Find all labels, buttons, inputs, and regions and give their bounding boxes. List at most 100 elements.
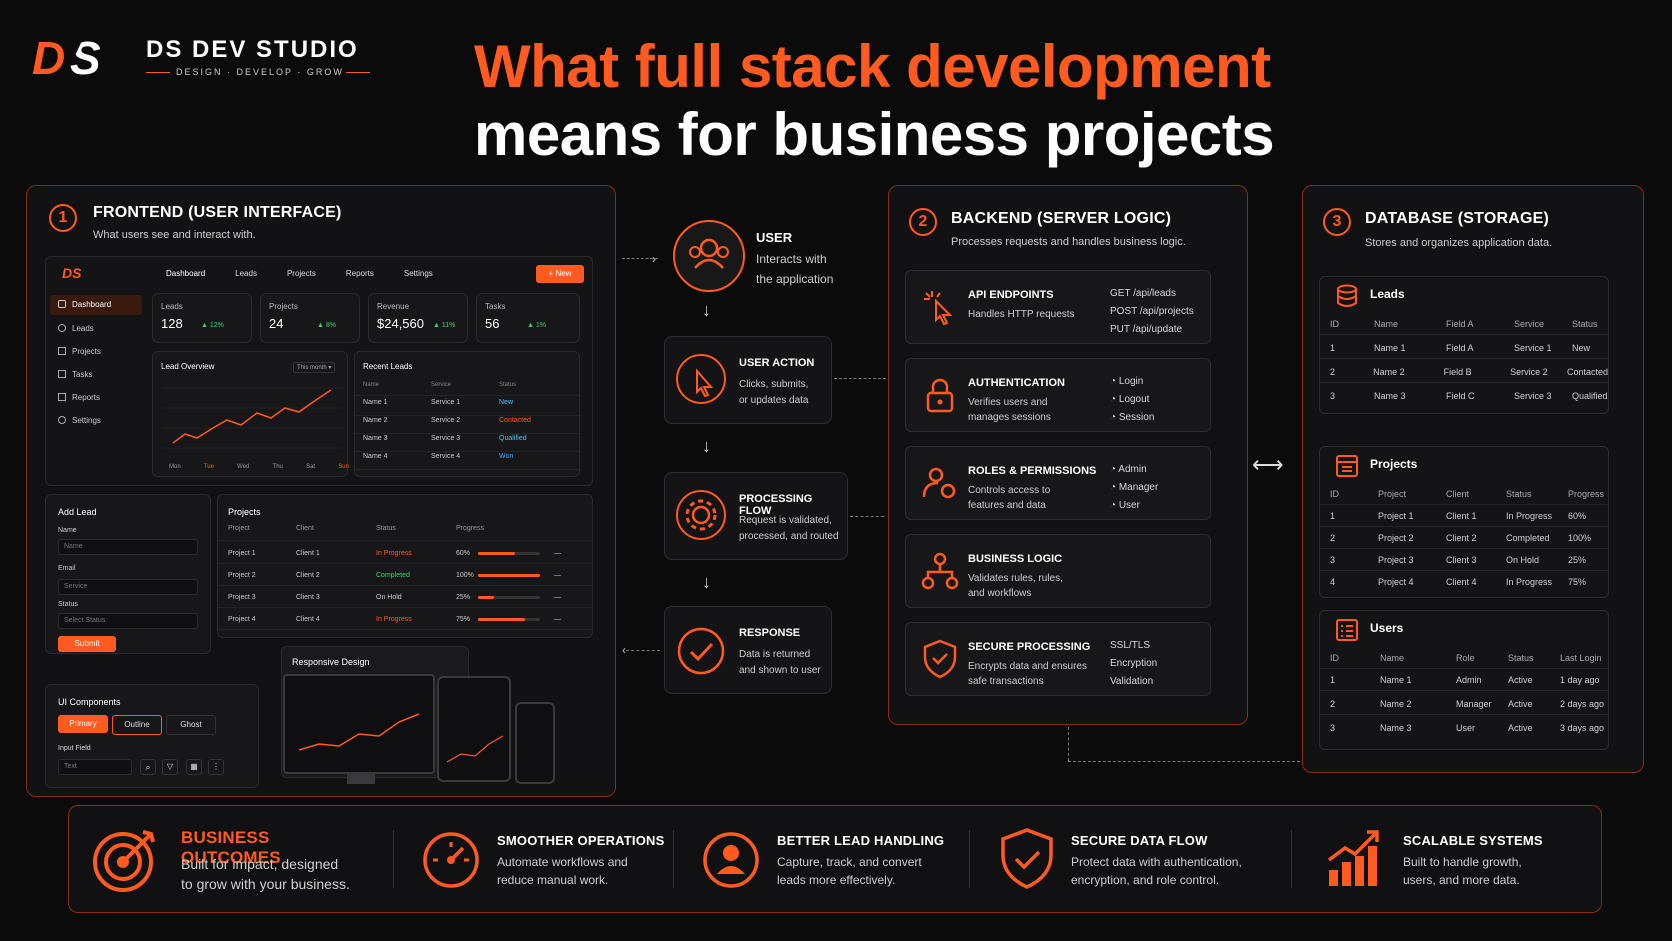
reports-icon <box>58 393 66 401</box>
item-title: SECURE PROCESSING <box>968 641 1091 653</box>
table-row[interactable]: 2 Name 2 Manager Active 2 days ago <box>1320 693 1608 715</box>
table-row[interactable]: 3 Name 3 User Active 3 days ago <box>1320 717 1608 739</box>
speedometer-icon <box>423 832 479 888</box>
nav-reports[interactable]: Reports <box>346 269 374 278</box>
projects-table: Projects ID Project Client Status Progress 1… <box>1319 446 1609 598</box>
name-field[interactable]: Name <box>58 539 198 555</box>
progress-bar <box>478 552 540 555</box>
business-logic-card: BUSINESS LOGIC Validates rules, rules, an… <box>905 534 1211 608</box>
more-icon[interactable]: ⋮ <box>208 759 224 775</box>
chart-x-axis: Mon Tue Wed Thu Sat Sun <box>169 464 349 470</box>
item-desc: Controls access to features and data <box>968 485 1051 511</box>
components-title: UI Components <box>58 697 121 707</box>
stat-delta: ▲ 11% <box>433 322 456 329</box>
table-row[interactable]: Project 4 Client 4 In Progress 75% — <box>218 609 592 630</box>
table-row[interactable]: Name 1 Service 1 New <box>355 399 579 416</box>
progress-bar <box>478 618 540 621</box>
action-title: USER ACTION <box>739 357 815 369</box>
service-field[interactable]: Service <box>58 579 198 595</box>
new-button[interactable]: + New <box>536 265 584 283</box>
outcome-desc: Protect data with authentication, encrypt… <box>1071 855 1242 887</box>
x-tick: Sun <box>338 464 349 470</box>
x-tick: Mon <box>169 464 181 470</box>
calendar-icon[interactable]: ▦ <box>186 759 202 775</box>
stat-label: Leads <box>161 302 183 311</box>
table-row[interactable]: Name 4 Service 4 Won <box>355 453 579 470</box>
frontend-subtitle: What users see and interact with. <box>93 229 256 241</box>
click-icon <box>676 354 726 404</box>
lead-line-chart <box>163 387 343 449</box>
nav-settings[interactable]: Settings <box>404 269 433 278</box>
nav-leads[interactable]: Leads <box>235 269 257 278</box>
table-row[interactable]: 1 Project 1 Client 1 In Progress 60% <box>1320 505 1608 527</box>
user-desc: the application <box>756 272 834 286</box>
ghost-button[interactable]: Ghost <box>166 715 216 735</box>
stat-value: 56 <box>485 316 500 331</box>
recent-title: Recent Leads <box>363 362 413 371</box>
table-row[interactable]: 1 Name 1 Field A Service 1 New <box>1320 337 1608 359</box>
sidebar-item-tasks[interactable]: Tasks <box>50 365 92 385</box>
tablet-device <box>437 676 511 782</box>
processing-flow-card: PROCESSING FLOW Request is validated, pr… <box>664 472 848 560</box>
table-row[interactable]: Project 1 Client 1 In Progress 60% — <box>218 543 592 564</box>
table-row[interactable]: Name 2 Service 2 Contacted <box>355 417 579 434</box>
database-subtitle: Stores and organizes application data. <box>1365 237 1553 249</box>
search-icon[interactable]: ⌕ <box>140 759 156 775</box>
person-icon <box>703 832 759 888</box>
stat-delta: ▲ 1% <box>527 322 546 329</box>
projects-title: Projects <box>228 507 261 517</box>
divider <box>393 830 394 888</box>
authentication-card: AUTHENTICATION Verifies users and manages… <box>905 358 1211 432</box>
sidebar-item-leads[interactable]: Leads <box>50 319 94 339</box>
divider <box>969 830 970 888</box>
page-title-line1: What full stack development <box>474 33 1271 100</box>
table-row[interactable]: 4 Project 4 Client 4 In Progress 75% <box>1320 571 1608 593</box>
response-card: RESPONSE Data is returned and shown to u… <box>664 606 832 694</box>
backend-title: BACKEND (SERVER LOGIC) <box>951 210 1172 227</box>
stat-label: Revenue <box>377 302 410 311</box>
user-desc: Interacts with <box>756 252 827 266</box>
nav-dashboard[interactable]: Dashboard <box>166 269 205 278</box>
nav-projects[interactable]: Projects <box>287 269 316 278</box>
item-desc: Handles HTTP requests <box>968 309 1075 320</box>
primary-button[interactable]: Primary <box>58 715 108 733</box>
divider <box>673 830 674 888</box>
table-row[interactable]: 2 Name 2 Field B Service 2 Contacted <box>1320 361 1608 383</box>
response-desc: Data is returned <box>739 649 811 660</box>
leads-table: Leads ID Name Field A Service Status 1 Name 1… <box>1319 276 1609 414</box>
table-row[interactable]: 1 Name 1 Admin Active 1 day ago <box>1320 669 1608 691</box>
mock-nav: Dashboard Leads Projects Reports Setting… <box>166 269 433 278</box>
submit-button[interactable]: Submit <box>58 636 116 652</box>
stat-tasks: Tasks 56 ▲ 1% <box>476 293 580 343</box>
range-select[interactable]: This month ▾ <box>293 362 336 373</box>
table-row[interactable]: 3 Project 3 Client 3 On Hold 25% <box>1320 549 1608 571</box>
step-number: 2 <box>909 208 937 236</box>
divider <box>1291 830 1292 888</box>
lock-icon <box>926 378 954 413</box>
frontend-title: FRONTEND (USER INTERFACE) <box>93 204 342 221</box>
table-row[interactable]: Project 2 Client 2 Completed 100% — <box>218 565 592 586</box>
filter-icon[interactable]: ▽ <box>162 759 178 775</box>
item-title: ROLES & PERMISSIONS <box>968 465 1097 477</box>
stat-label: Projects <box>269 302 298 311</box>
gear-icon <box>676 490 726 540</box>
backend-subtitle: Processes requests and handles business … <box>951 236 1186 248</box>
table-row[interactable]: Name 3 Service 3 Qualified <box>355 435 579 452</box>
step-number: 3 <box>1323 208 1351 236</box>
table-title: Leads <box>1370 287 1405 301</box>
table-row[interactable]: 3 Name 3 Field C Service 3 Qualified <box>1320 385 1608 407</box>
database-panel: 3 DATABASE (STORAGE) Stores and organize… <box>1302 185 1644 773</box>
monitor-stand <box>347 774 375 784</box>
outcome-title: SCALABLE SYSTEMS <box>1403 833 1543 848</box>
projects-card: Projects Project Client Status Progress Pro… <box>217 494 593 638</box>
table-row[interactable]: 2 Project 2 Client 2 Completed 100% <box>1320 527 1608 549</box>
x-tick: Wed <box>237 464 250 470</box>
recent-leads-card: Recent Leads Name Service Status Name 1 Ser… <box>354 351 580 477</box>
security-list: SSL/TLS Encryption Validation <box>1110 640 1158 687</box>
text-input[interactable]: Text <box>58 759 132 775</box>
outline-button[interactable]: Outline <box>112 715 162 735</box>
processing-desc: processed, and routed <box>739 531 839 542</box>
status-select[interactable]: Select Status <box>58 613 198 629</box>
arrow-down-icon: ↓ <box>702 436 711 456</box>
table-row[interactable]: Project 3 Client 3 On Hold 25% — <box>218 587 592 608</box>
